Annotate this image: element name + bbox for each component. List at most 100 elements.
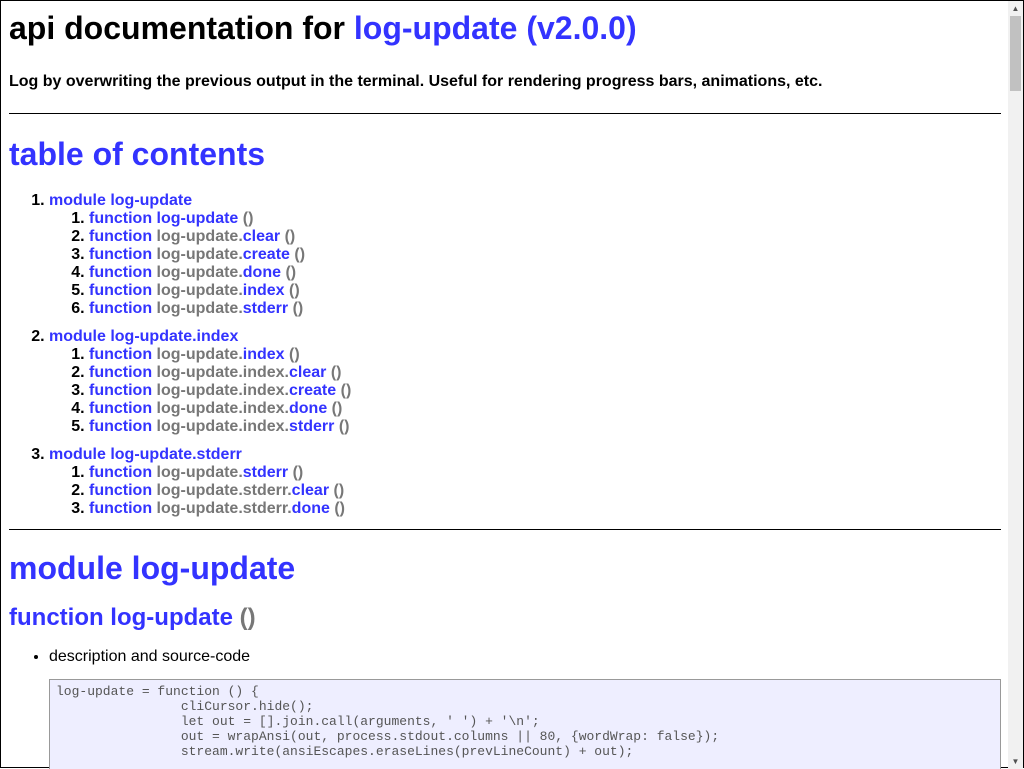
function-keyword: function: [89, 264, 153, 281]
page-title: api documentation for log-update (v2.0.0…: [9, 10, 1001, 46]
toc-function-item: function log-update.clear (): [89, 228, 1001, 246]
toc-module-link[interactable]: module log-update.stderr: [49, 446, 242, 463]
toc-function-list: function log-update.index ()function log…: [49, 346, 1001, 436]
function-name: done: [289, 400, 328, 417]
description-list: description and source-code: [9, 647, 1001, 667]
function-keyword: function: [89, 364, 153, 381]
function-parens: (): [242, 210, 254, 227]
function-prefix: log-update.index.: [156, 400, 289, 417]
function-keyword: function: [89, 418, 153, 435]
toc-module-item: module log-update.stderrfunction log-upd…: [49, 446, 1001, 518]
function-prefix: log-update.stderr.: [156, 482, 292, 499]
function-name: index: [242, 346, 285, 363]
function-parens: (): [334, 500, 345, 517]
function-name: stderr: [242, 300, 289, 317]
package-description: Log by overwriting the previous output i…: [9, 73, 823, 90]
toc-function-link[interactable]: function log-update.index.stderr (): [89, 418, 349, 435]
toc-function-link[interactable]: function log-update.index.clear (): [89, 364, 341, 381]
scrollbar-thumb[interactable]: [1010, 16, 1021, 91]
function-name: log-update: [156, 210, 239, 227]
function-keyword: function: [89, 282, 153, 299]
function-name: stderr: [289, 418, 335, 435]
toc-function-list: function log-update ()function log-updat…: [49, 210, 1001, 318]
toc-function-item: function log-update.create (): [89, 246, 1001, 264]
triangle-up-icon[interactable]: ▲: [1008, 1, 1023, 16]
function-name: create: [289, 382, 337, 399]
function-keyword: function: [89, 210, 153, 227]
function-parens: (): [331, 400, 343, 417]
divider: [9, 113, 1001, 114]
toc-module-link[interactable]: module log-update.index: [49, 328, 238, 345]
function-parens: (): [284, 228, 296, 245]
toc-function-list: function log-update.stderr ()function lo…: [49, 464, 1001, 518]
function-parens: (): [340, 382, 352, 399]
function-name: index: [242, 282, 285, 299]
toc-function-item: function log-update.done (): [89, 264, 1001, 282]
function-heading-link[interactable]: function log-update: [9, 604, 233, 631]
toc-function-link[interactable]: function log-update.done (): [89, 264, 296, 281]
function-parens: (): [294, 246, 306, 263]
toc-function-link[interactable]: function log-update.stderr.done (): [89, 500, 345, 517]
toc-function-link[interactable]: function log-update.stderr (): [89, 300, 303, 317]
function-name: clear: [242, 228, 281, 245]
toc-module-link[interactable]: module log-update: [49, 192, 192, 209]
toc-function-link[interactable]: function log-update.index.create (): [89, 382, 351, 399]
function-name: clear: [289, 364, 327, 381]
function-heading: function log-update (): [9, 604, 1001, 632]
toc-module-item: module log-updatefunction log-update ()f…: [49, 192, 1001, 318]
function-prefix: log-update.: [156, 282, 243, 299]
toc-list: module log-updatefunction log-update ()f…: [9, 192, 1001, 518]
list-item: description and source-code: [49, 647, 1001, 667]
toc-function-item: function log-update.index (): [89, 346, 1001, 364]
function-keyword: function: [89, 300, 153, 317]
document-page: api documentation for log-update (v2.0.0…: [1, 1, 1009, 769]
toc-function-item: function log-update (): [89, 210, 1001, 228]
function-name: done: [242, 264, 281, 281]
toc-function-link[interactable]: function log-update (): [89, 210, 253, 227]
toc-function-link[interactable]: function log-update.stderr (): [89, 464, 303, 481]
function-parens: (): [338, 418, 350, 435]
page-title-prefix: api documentation for: [9, 10, 345, 46]
package-link[interactable]: log-update (v2.0.0): [354, 10, 637, 46]
module-heading[interactable]: module log-update: [9, 550, 1001, 586]
function-keyword: function: [89, 346, 153, 363]
toc-function-link[interactable]: function log-update.index.done (): [89, 400, 342, 417]
function-prefix: log-update.: [156, 264, 243, 281]
function-prefix: log-update.: [156, 346, 243, 363]
function-prefix: log-update.: [156, 300, 243, 317]
function-keyword: function: [89, 246, 153, 263]
toc-function-link[interactable]: function log-update.create (): [89, 246, 305, 263]
function-prefix: log-update.index.: [156, 382, 289, 399]
function-keyword: function: [89, 382, 153, 399]
triangle-down-icon[interactable]: ▼: [1008, 754, 1023, 769]
toc-function-link[interactable]: function log-update.index (): [89, 346, 300, 363]
function-keyword: function: [89, 400, 153, 417]
function-parens: (): [289, 346, 300, 363]
function-name: stderr: [242, 464, 289, 481]
function-heading-parens: (): [239, 604, 256, 631]
function-keyword: function: [89, 228, 153, 245]
function-parens: (): [292, 300, 304, 317]
function-prefix: log-update.: [156, 246, 243, 263]
function-parens: (): [285, 264, 297, 281]
function-parens: (): [330, 364, 342, 381]
document-content: api documentation for log-update (v2.0.0…: [1, 10, 1009, 769]
toc-function-link[interactable]: function log-update.stderr.clear (): [89, 482, 344, 499]
toc-function-link[interactable]: function log-update.index (): [89, 282, 300, 299]
function-prefix: log-update.stderr.: [156, 500, 292, 517]
function-parens: (): [333, 482, 345, 499]
toc-function-item: function log-update.stderr (): [89, 464, 1001, 482]
toc-function-item: function log-update.stderr.clear (): [89, 482, 1001, 500]
toc-function-link[interactable]: function log-update.clear (): [89, 228, 295, 245]
function-name: done: [291, 500, 330, 517]
vertical-scrollbar[interactable]: ▲ ▼: [1008, 1, 1023, 769]
toc-function-item: function log-update.stderr (): [89, 300, 1001, 318]
toc-heading: table of contents: [9, 136, 266, 172]
function-name: create: [242, 246, 290, 263]
toc-function-item: function log-update.index.create (): [89, 382, 1001, 400]
function-prefix: log-update.index.: [156, 364, 289, 381]
function-keyword: function: [89, 500, 153, 517]
toc-function-item: function log-update.stderr.done (): [89, 500, 1001, 518]
function-parens: (): [292, 464, 304, 481]
toc-function-item: function log-update.index.stderr (): [89, 418, 1001, 436]
